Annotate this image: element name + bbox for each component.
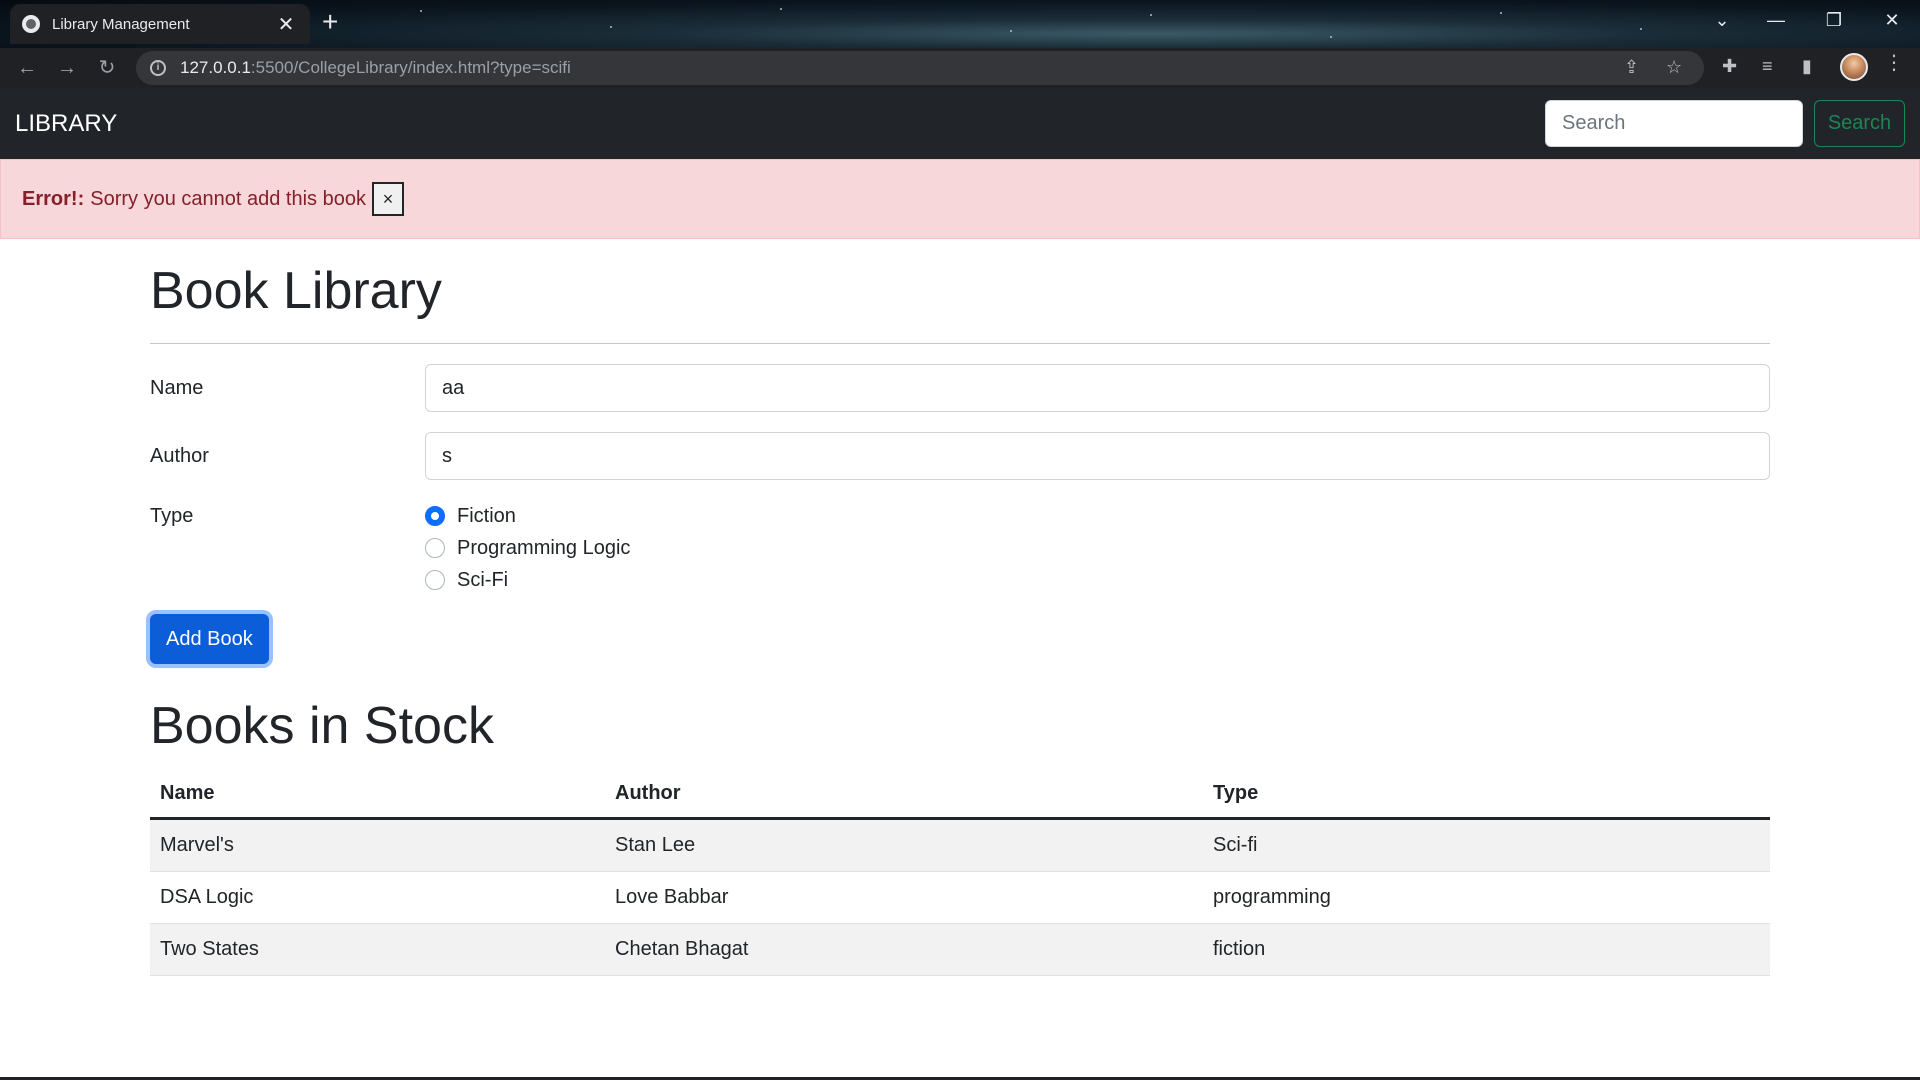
- cell-author: Love Babbar: [605, 871, 1203, 924]
- name-input[interactable]: [425, 364, 1770, 412]
- cell-name: Two States: [150, 923, 605, 976]
- stock-title: Books in Stock: [150, 697, 494, 755]
- restore-icon[interactable]: ❐: [1806, 0, 1862, 40]
- side-panel-icon[interactable]: ▮: [1802, 56, 1812, 77]
- decor-star: [1010, 30, 1012, 32]
- cell-name: DSA Logic: [150, 871, 605, 924]
- media-icon[interactable]: ≡: [1762, 56, 1773, 77]
- radio-button[interactable]: [425, 506, 445, 526]
- radio-fiction[interactable]: Fiction: [425, 500, 630, 532]
- cell-author: Stan Lee: [605, 818, 1203, 872]
- menu-icon[interactable]: ⋮: [1884, 50, 1904, 75]
- decor-star: [1640, 28, 1642, 30]
- browser-tabstrip: Library Management ✕ + ⌄ — ❐ ✕: [0, 0, 1920, 48]
- info-icon[interactable]: i: [150, 60, 166, 76]
- radio-label: Sci-Fi: [457, 568, 509, 591]
- alert-close-button[interactable]: ×: [371, 182, 404, 216]
- column-header-author: Author: [605, 770, 1203, 820]
- radio-button[interactable]: [425, 570, 445, 590]
- decor-star: [780, 8, 782, 10]
- column-header-name: Name: [150, 770, 605, 820]
- alert-message: Sorry you cannot add this book: [90, 187, 366, 210]
- tab-title: Library Management: [52, 15, 190, 33]
- browser-toolbar: ← → ↻ i 127.0.0.1:5500/CollegeLibrary/in…: [0, 48, 1920, 88]
- author-label: Author: [150, 444, 209, 467]
- error-alert: Error!: Sorry you cannot add this book ×: [0, 159, 1920, 239]
- author-row: Author: [150, 432, 1770, 480]
- type-row: Type Fiction Programming Logic Sci-Fi: [150, 500, 1770, 596]
- main-container: Book Library Name Author Type Fiction Pr…: [150, 239, 1770, 976]
- name-label: Name: [150, 376, 204, 399]
- table-row: Two States Chetan Bhagat fiction: [150, 923, 1770, 976]
- decor-star: [1150, 14, 1152, 16]
- author-input[interactable]: [425, 432, 1770, 480]
- radio-label: Fiction: [457, 504, 516, 527]
- alert-strong: Error!:: [22, 187, 85, 210]
- address-bar[interactable]: i 127.0.0.1:5500/CollegeLibrary/index.ht…: [136, 51, 1704, 85]
- minimize-icon[interactable]: —: [1748, 0, 1804, 40]
- cell-author: Chetan Bhagat: [605, 923, 1203, 976]
- decor-star: [610, 26, 612, 28]
- reload-icon[interactable]: ↻: [92, 54, 122, 82]
- radio-label: Programming Logic: [457, 536, 631, 559]
- forward-icon[interactable]: →: [52, 54, 82, 82]
- cell-type: programming: [1203, 871, 1770, 924]
- close-icon[interactable]: ✕: [274, 12, 298, 37]
- search-input[interactable]: [1545, 100, 1803, 147]
- url-path: :5500/CollegeLibrary/index.html?type=sci…: [250, 58, 571, 77]
- radio-programming[interactable]: Programming Logic: [425, 532, 630, 564]
- tab-search-icon[interactable]: ⌄: [1694, 0, 1750, 40]
- decor-star: [1330, 36, 1332, 38]
- star-icon[interactable]: ☆: [1666, 57, 1682, 78]
- table-row: Marvel's Stan Lee Sci-fi: [150, 818, 1770, 872]
- cell-type: Sci-fi: [1203, 818, 1770, 872]
- page-title: Book Library: [150, 262, 442, 320]
- navbar-brand[interactable]: LIBRARY: [15, 110, 117, 138]
- decor-star: [420, 10, 422, 12]
- name-row: Name: [150, 364, 1770, 412]
- extensions-icon[interactable]: ✚: [1722, 56, 1737, 77]
- window-close-icon[interactable]: ✕: [1864, 0, 1920, 40]
- cell-type: fiction: [1203, 923, 1770, 976]
- cell-name: Marvel's: [150, 818, 605, 872]
- books-table: Name Author Type Marvel's Stan Lee Sci-f…: [150, 770, 1770, 976]
- table-header-row: Name Author Type: [150, 770, 1770, 820]
- add-book-button[interactable]: Add Book: [150, 614, 269, 664]
- site-navbar: LIBRARY Search: [0, 88, 1920, 159]
- type-radio-group: Fiction Programming Logic Sci-Fi: [425, 500, 630, 596]
- decor-star: [1500, 12, 1502, 14]
- radio-scifi[interactable]: Sci-Fi: [425, 564, 630, 596]
- type-label: Type: [150, 505, 194, 527]
- table-row: DSA Logic Love Babbar programming: [150, 871, 1770, 924]
- profile-avatar[interactable]: [1840, 53, 1868, 81]
- radio-button[interactable]: [425, 538, 445, 558]
- globe-icon: [22, 15, 40, 33]
- new-tab-button[interactable]: +: [322, 6, 338, 38]
- back-icon[interactable]: ←: [12, 54, 42, 82]
- browser-tab[interactable]: Library Management ✕: [10, 4, 310, 44]
- column-header-type: Type: [1203, 770, 1770, 820]
- divider: [150, 343, 1770, 344]
- search-button[interactable]: Search: [1814, 100, 1905, 147]
- share-icon[interactable]: ⇪: [1624, 57, 1639, 78]
- url-host: 127.0.0.1: [180, 58, 251, 77]
